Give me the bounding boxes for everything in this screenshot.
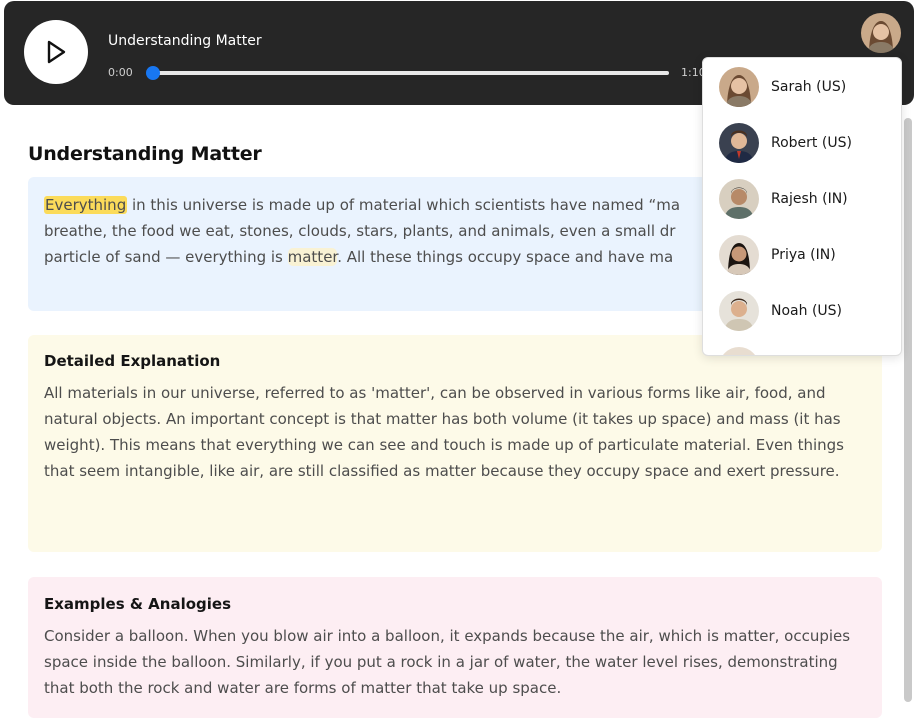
intro-text: Everything in this universe is made up o… [44,192,702,270]
voice-option-rajesh[interactable]: Rajesh (IN) [703,171,901,227]
voice-option-sarah[interactable]: Sarah (US) [703,59,901,115]
section-body: All materials in our universe, referred … [44,384,844,480]
matter-word: matter [287,248,338,266]
section-heading: Examples & Analogies [44,595,232,613]
voice-name: Noah (US) [771,303,842,319]
voice-name: Robert (US) [771,135,852,151]
track-title: Understanding Matter [108,33,262,49]
seek-thumb[interactable] [146,66,160,80]
play-icon [47,40,66,64]
section-body: Consider a balloon. When you blow air in… [44,627,851,697]
seek-track[interactable] [152,71,669,75]
voice-option-partial[interactable] [703,339,901,355]
avatar-robert-icon [719,123,759,163]
intro-line-3b: . All these things occupy space and have… [337,248,674,266]
avatar [719,67,759,107]
intro-line-2: breathe, the food we eat, stones, clouds… [44,222,676,240]
voice-dropdown: Sarah (US) Robert (US) Rajesh (IN) Priya… [702,57,902,356]
voice-option-noah[interactable]: Noah (US) [703,283,901,339]
examples-card: Examples & Analogies Consider a balloon.… [28,577,882,718]
voice-name: Sarah (US) [771,79,847,95]
avatar [719,123,759,163]
voice-name: Priya (IN) [771,247,836,263]
scrollbar[interactable] [904,118,912,702]
avatar-noah-icon [719,291,759,331]
voice-option-robert[interactable]: Robert (US) [703,115,901,171]
avatar-sarah-icon [719,67,759,107]
current-time: 0:00 [108,66,133,79]
voice-option-priya[interactable]: Priya (IN) [703,227,901,283]
voice-selector-avatar[interactable] [861,13,901,53]
avatar [719,347,759,355]
avatar-rajesh-icon [719,179,759,219]
page-title: Understanding Matter [28,143,262,165]
intro-line-1: in this universe is made up of material … [127,196,681,214]
avatar-partial-icon [719,347,759,355]
detailed-explanation-card: Detailed Explanation All materials in ou… [28,335,882,552]
avatar [719,291,759,331]
avatar-priya-icon [719,235,759,275]
intro-card: Everything in this universe is made up o… [28,177,718,311]
avatar [719,235,759,275]
highlighted-word: Everything [44,196,128,214]
voice-name: Rajesh (IN) [771,191,848,207]
avatar-sarah-icon [861,13,901,53]
avatar [719,179,759,219]
play-button[interactable] [24,20,88,84]
intro-line-3a: particle of sand — everything is [44,248,288,266]
